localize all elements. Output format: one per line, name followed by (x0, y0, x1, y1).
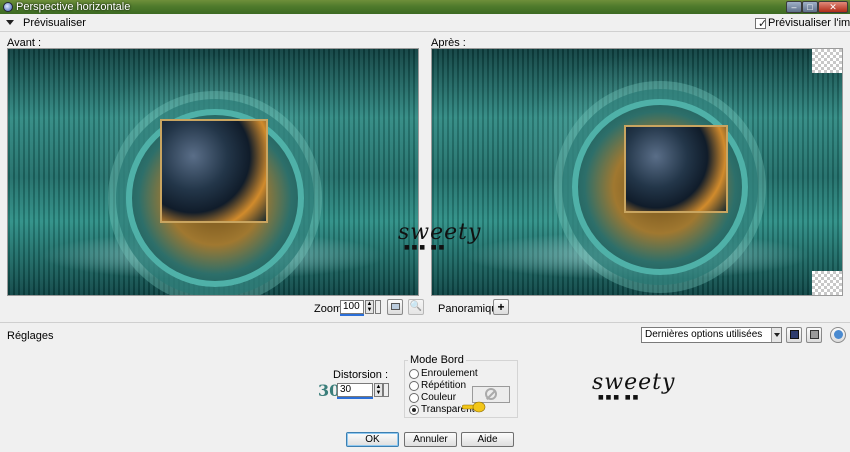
transparent-corner (812, 49, 842, 73)
maximize-button[interactable]: □ (802, 1, 818, 13)
zoom-dropdown-arrow[interactable] (375, 300, 381, 314)
zoom-input-focus-bar (340, 314, 364, 316)
radio-wrap-label: Enroulement (421, 368, 478, 379)
before-preview[interactable] (7, 48, 419, 296)
preset-manager-icon (809, 330, 819, 339)
window-title: Perspective horizontale (16, 1, 131, 13)
manage-presets-button[interactable] (806, 327, 822, 343)
zoom-actual-size-button[interactable] (387, 299, 403, 315)
save-preset-button[interactable] (786, 327, 802, 343)
preview-image-checkbox[interactable]: ✓ (755, 18, 768, 30)
after-preview[interactable] (431, 48, 843, 296)
settings-label: Réglages (7, 330, 54, 342)
distortion-input[interactable]: 30 (337, 383, 373, 397)
sky-photo (160, 119, 268, 223)
monitor-icon (390, 303, 400, 310)
distortion-label: Distorsion : (333, 369, 389, 381)
radio-wrap[interactable] (409, 369, 419, 379)
collapse-triangle-icon[interactable] (6, 20, 14, 25)
help-button[interactable]: Aide (461, 432, 514, 447)
edge-mode-title: Mode Bord (408, 354, 466, 366)
preview-header: Prévisualiser ✓ Prévisualiser l'image (0, 14, 850, 32)
separator (0, 322, 850, 323)
minimize-button[interactable]: – (786, 1, 802, 13)
radio-repeat[interactable] (409, 381, 419, 391)
preview-image-label: Prévisualiser l'image (768, 17, 850, 29)
sweety-watermark: sweety ■■■ ■■ (398, 220, 481, 251)
zoom-input[interactable]: 100 (340, 300, 364, 314)
watermark-text: sweety (592, 370, 676, 395)
radio-color-label: Couleur (421, 392, 457, 403)
zoom-spinner[interactable]: ▲ ▼ (365, 300, 374, 314)
magnifier-icon: 🔍 (409, 301, 423, 312)
chevron-down-icon (771, 328, 781, 342)
distortion-focus-bar (337, 397, 373, 399)
ok-button[interactable]: OK (346, 432, 399, 447)
distortion-dropdown-arrow[interactable] (383, 383, 389, 397)
close-button[interactable]: ✕ (818, 1, 848, 13)
pan-button[interactable]: + (493, 299, 509, 315)
zoom-fit-button[interactable]: 🔍 (408, 299, 424, 315)
no-color-icon (485, 388, 497, 400)
sweety-watermark: sweety ■■■ ■■ (592, 370, 675, 401)
radio-color[interactable] (409, 393, 419, 403)
checkmark-icon: ✓ (758, 18, 768, 30)
app-icon (3, 2, 13, 12)
watermark-squares: ■■■ ■■ (598, 394, 641, 401)
distortion-spinner[interactable]: ▲ ▼ (374, 383, 383, 397)
preset-select[interactable]: Dernières options utilisées (641, 327, 782, 343)
pointing-hand-icon (462, 401, 486, 413)
cancel-button[interactable]: Annuler (404, 432, 457, 447)
watermark-text: sweety (398, 220, 482, 245)
sky-photo (624, 125, 728, 213)
reset-icon (833, 330, 843, 339)
radio-repeat-label: Répétition (421, 380, 467, 391)
preset-select-value: Dernières options utilisées (645, 329, 763, 340)
watermark-squares: ■■■ ■■ (404, 244, 447, 251)
reset-button[interactable] (830, 327, 846, 343)
floppy-disk-icon (789, 330, 799, 339)
title-bar: Perspective horizontale – □ ✕ (0, 0, 850, 14)
radio-transparent[interactable] (409, 405, 419, 415)
preview-section-label: Prévisualiser (23, 17, 86, 29)
transparent-corner (812, 271, 842, 295)
